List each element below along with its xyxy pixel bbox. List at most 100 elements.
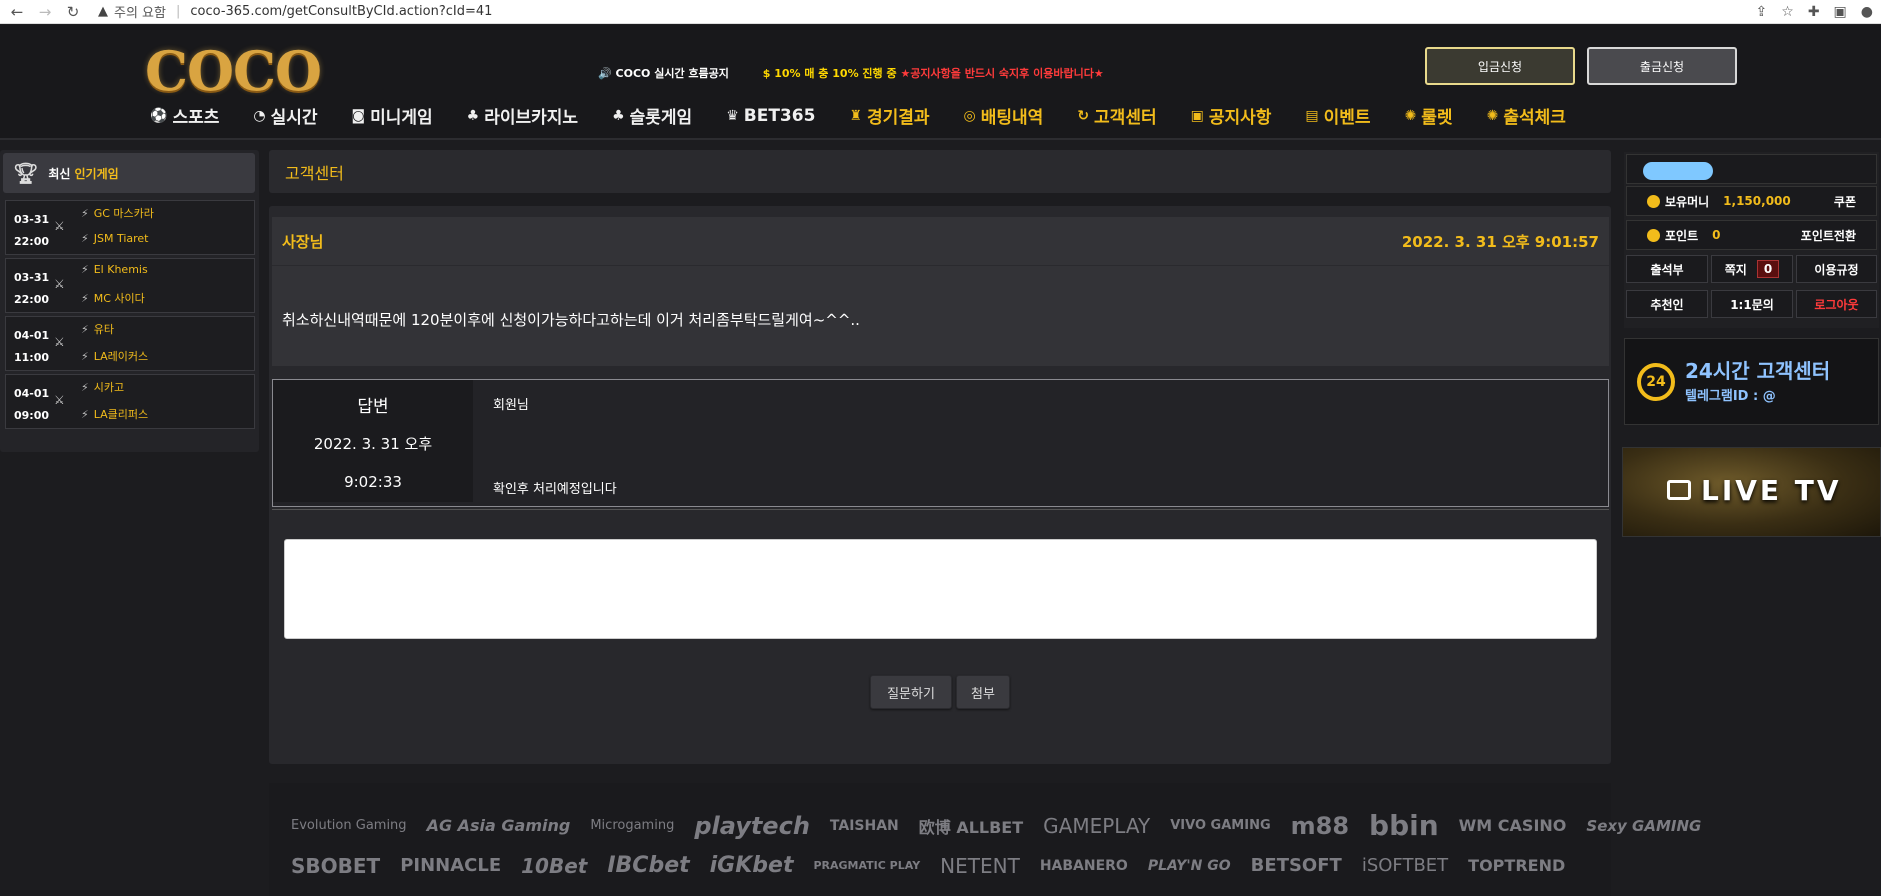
nav-bet365[interactable]: ♛ BET365 xyxy=(726,103,815,128)
player-icon: ⚡ xyxy=(81,350,89,363)
deposit-button[interactable]: 입금신청 xyxy=(1425,47,1575,85)
messages-button[interactable]: 쪽지 0 xyxy=(1711,255,1793,283)
nav-label: 경기결과 xyxy=(866,108,930,128)
roulette-icon: ✺ xyxy=(1404,107,1417,124)
player-icon: ⚡ xyxy=(81,207,89,220)
provider-logo: IBCbet xyxy=(607,853,690,878)
answer-box: 답변 2022. 3. 31 오후 9:02:33 회원님 확인후 처리예정입니… xyxy=(272,379,1609,507)
game-datetime: 03-31 22:00 xyxy=(14,267,49,311)
provider-row: Evolution Gaming AG Asia Gaming Microgam… xyxy=(291,809,1701,842)
nav-live-casino[interactable]: ♣ 라이브카지노 xyxy=(466,103,578,129)
url-text: coco-365.com/getConsultByCId.action?cId=… xyxy=(190,4,493,19)
headset-icon: ↻ xyxy=(1077,107,1090,124)
provider-logo: TOPTREND xyxy=(1468,856,1566,875)
point-convert-link[interactable]: 포인트전환 xyxy=(1801,227,1856,244)
money-label: 보유머니 xyxy=(1665,194,1710,209)
page-title: 고객센터 xyxy=(269,150,1611,193)
player-icon: ⚡ xyxy=(81,263,89,276)
nav-slot[interactable]: ♣ 슬롯게임 xyxy=(612,103,693,129)
cards-icon: ♣ xyxy=(612,107,625,124)
nav-label: 공지사항 xyxy=(1208,108,1272,128)
game-row[interactable]: 04-01 09:00 ⚔ ⚡ 시카고 ⚡ LA클리퍼스 xyxy=(5,374,255,429)
provider-logo: SBOBET xyxy=(291,853,381,878)
nav-live[interactable]: ◔ 실시간 xyxy=(253,103,317,129)
versus-icon: ⚔ xyxy=(54,335,65,349)
ask-button[interactable]: 질문하기 xyxy=(870,675,952,709)
nav-label: 스포츠 xyxy=(172,108,220,128)
profile-icon[interactable]: ● xyxy=(1861,4,1873,20)
cs-telegram: 텔레그램ID : @ xyxy=(1685,389,1776,404)
provider-logo: GAMEPLAY xyxy=(1043,813,1151,838)
nav-event[interactable]: ▤ 이벤트 xyxy=(1305,103,1370,129)
notice-promo: $ 10% 매 충 10% 진행 중 xyxy=(762,67,897,80)
game-row[interactable]: 03-31 22:00 ⚔ ⚡ GC 마스카라 ⚡ JSM Tiaret xyxy=(5,200,255,255)
provider-logo: HABANERO xyxy=(1039,857,1128,874)
title-gold: 인기게임 xyxy=(74,166,119,181)
reload-icon[interactable]: ↻ xyxy=(62,1,84,23)
roulette-icon: ✺ xyxy=(1486,107,1499,124)
nav-label: 출석체크 xyxy=(1503,108,1566,128)
attendance-button[interactable]: 출석부 xyxy=(1626,255,1708,283)
board-icon: ▣ xyxy=(1190,107,1204,124)
title-white: 최신 xyxy=(48,166,71,181)
answer-message: 확인후 처리예정입니다 xyxy=(493,482,617,497)
referrer-button[interactable]: 추천인 xyxy=(1626,290,1708,318)
provider-logo: m88 xyxy=(1290,811,1350,840)
sidepanel-icon[interactable]: ▣ xyxy=(1834,4,1847,20)
game-row[interactable]: 03-31 22:00 ⚔ ⚡ El Khemis ⚡ MC 사이다 xyxy=(5,258,255,313)
provider-logo: BETSOFT xyxy=(1250,855,1342,876)
question-author: 사장님 xyxy=(282,232,324,251)
nav-customer-center[interactable]: ↻ 고객센터 xyxy=(1077,103,1156,129)
game-time: 11:00 xyxy=(14,351,50,364)
coupon-link[interactable]: 쿠폰 xyxy=(1834,193,1856,210)
rules-button[interactable]: 이용규정 xyxy=(1796,255,1877,283)
home-team: ⚡ 유타 xyxy=(81,321,114,337)
nav-sports[interactable]: ⚽ 스포츠 xyxy=(150,103,220,129)
question-date: 2022. 3. 31 오후 9:01:57 xyxy=(1401,232,1599,251)
game-row[interactable]: 04-01 11:00 ⚔ ⚡ 유타 ⚡ LA레이커스 xyxy=(5,316,255,371)
money-value: 1,150,000 xyxy=(1723,194,1791,208)
nav-label: 슬롯게임 xyxy=(629,108,693,128)
share-icon[interactable]: ⇪ xyxy=(1756,4,1768,20)
away-team-name: LA레이커스 xyxy=(93,350,149,363)
clock-icon: ◔ xyxy=(253,107,266,124)
provider-row: SBOBET PINNACLE 10Bet IBCbet iGKbet PRAG… xyxy=(291,853,1565,878)
question-textarea[interactable] xyxy=(284,539,1597,639)
nav-label: 배팅내역 xyxy=(980,108,1044,128)
nav-bet-history[interactable]: ◎ 배팅내역 xyxy=(964,103,1044,129)
attach-button[interactable]: 첨부 xyxy=(956,675,1010,709)
nav-notice[interactable]: ▣ 공지사항 xyxy=(1190,103,1272,129)
home-team: ⚡ El Khemis xyxy=(81,263,148,276)
divider xyxy=(272,509,1609,510)
notice-prefix: 🔊 COCO 실시간 흐름공지 xyxy=(598,67,729,80)
address-bar[interactable]: ▲ 주의 요함 | coco-365.com/getConsultByCId.a… xyxy=(98,2,492,21)
inquiry-button[interactable]: 1:1문의 xyxy=(1711,290,1793,318)
forward-arrow-icon[interactable]: → xyxy=(34,1,56,23)
back-arrow-icon[interactable]: ← xyxy=(6,1,28,23)
provider-logos: Evolution Gaming AG Asia Gaming Microgam… xyxy=(269,783,1701,896)
cards-icon: ♣ xyxy=(466,107,480,124)
site-logo[interactable]: COCO xyxy=(145,39,322,103)
redacted-username xyxy=(1643,162,1713,180)
nav-attendance[interactable]: ✺ 출석체크 xyxy=(1486,103,1566,129)
game-datetime: 04-01 09:00 xyxy=(14,383,49,427)
point-value: 0 xyxy=(1712,228,1721,242)
nav-label: 룰렛 xyxy=(1421,108,1453,128)
bookmark-star-icon[interactable]: ☆ xyxy=(1781,4,1794,20)
extensions-icon[interactable]: ✚ xyxy=(1808,4,1820,20)
nav-minigame[interactable]: ◙ 미니게임 xyxy=(352,103,433,129)
nav-label: BET365 xyxy=(743,105,816,126)
game-time: 09:00 xyxy=(14,409,50,422)
nav-results[interactable]: ♜ 경기결과 xyxy=(849,103,930,129)
answer-date: 2022. 3. 31 오후 xyxy=(313,435,433,453)
provider-logo: VIVO GAMING xyxy=(1170,818,1271,833)
withdraw-button[interactable]: 출금신청 xyxy=(1587,47,1737,85)
logout-button[interactable]: 로그아웃 xyxy=(1796,290,1877,318)
message-count-badge: 0 xyxy=(1756,260,1780,278)
nav-roulette[interactable]: ✺ 룰렛 xyxy=(1404,103,1453,129)
live-tv-banner[interactable]: LIVE TV xyxy=(1622,447,1881,537)
provider-logo: 欧博 ALLBET xyxy=(918,817,1024,837)
provider-logo: bbin xyxy=(1369,809,1439,842)
question-header: 사장님 2022. 3. 31 오후 9:01:57 xyxy=(272,217,1609,266)
customer-center-banner[interactable]: 24 24시간 고객센터 텔레그램ID : @ xyxy=(1624,338,1879,425)
